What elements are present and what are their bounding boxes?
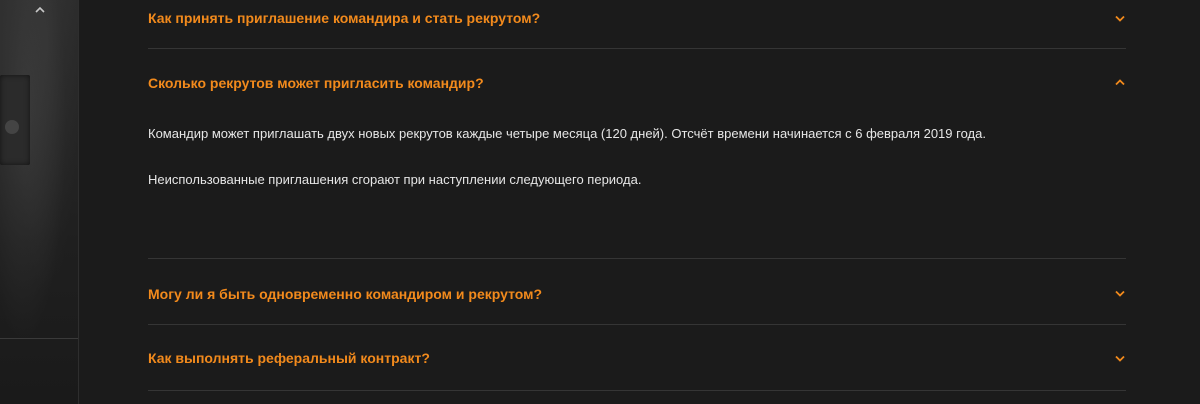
- faq-question[interactable]: Могу ли я быть одновременно командиром и…: [148, 259, 1126, 328]
- faq-item: Как принять приглашение командира и стат…: [148, 0, 1126, 49]
- faq-list: Как принять приглашение командира и стат…: [148, 0, 1126, 391]
- faq-question-text: Как выполнять реферальный контракт?: [148, 350, 430, 366]
- background-image-panel: [0, 0, 79, 404]
- faq-question[interactable]: Как принять приглашение командира и стат…: [148, 0, 1126, 36]
- chevron-up-icon[interactable]: [1114, 77, 1126, 89]
- faq-answer-paragraph: Командир может приглашать двух новых рек…: [148, 126, 986, 141]
- chevron-down-icon[interactable]: [1114, 352, 1126, 364]
- faq-item: Как выполнять реферальный контракт?: [148, 325, 1126, 391]
- background-shape-detail: [5, 120, 19, 134]
- panel-divider: [0, 338, 78, 339]
- faq-question-text: Могу ли я быть одновременно командиром и…: [148, 285, 543, 302]
- faq-question-text: Как принять приглашение командира и стат…: [148, 10, 541, 26]
- faq-question-text: Сколько рекрутов может пригласить команд…: [148, 74, 484, 91]
- faq-question[interactable]: Как выполнять реферальный контракт?: [148, 325, 1126, 391]
- background-texture: [0, 0, 78, 404]
- faq-answer-paragraph: Неиспользованные приглашения сгорают при…: [148, 172, 642, 187]
- chevron-down-icon[interactable]: [1114, 288, 1126, 300]
- faq-answer: Командир может приглашать двух новых рек…: [148, 116, 1126, 189]
- chevron-down-icon[interactable]: [1114, 12, 1126, 24]
- chevron-up-icon[interactable]: [32, 2, 48, 18]
- faq-question[interactable]: Сколько рекрутов может пригласить команд…: [148, 49, 1126, 116]
- faq-item: Сколько рекрутов может пригласить команд…: [148, 49, 1126, 259]
- faq-item: Могу ли я быть одновременно командиром и…: [148, 259, 1126, 325]
